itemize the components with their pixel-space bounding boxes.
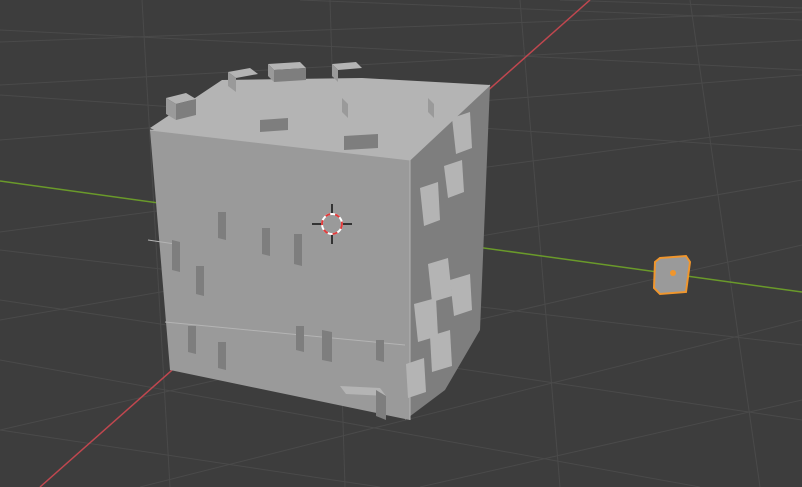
mesh-front-face [150, 130, 410, 420]
3d-viewport[interactable] [0, 0, 802, 487]
object-origin-icon [670, 270, 676, 276]
mesh-object[interactable] [147, 62, 491, 420]
selected-object-icon[interactable] [652, 254, 692, 296]
